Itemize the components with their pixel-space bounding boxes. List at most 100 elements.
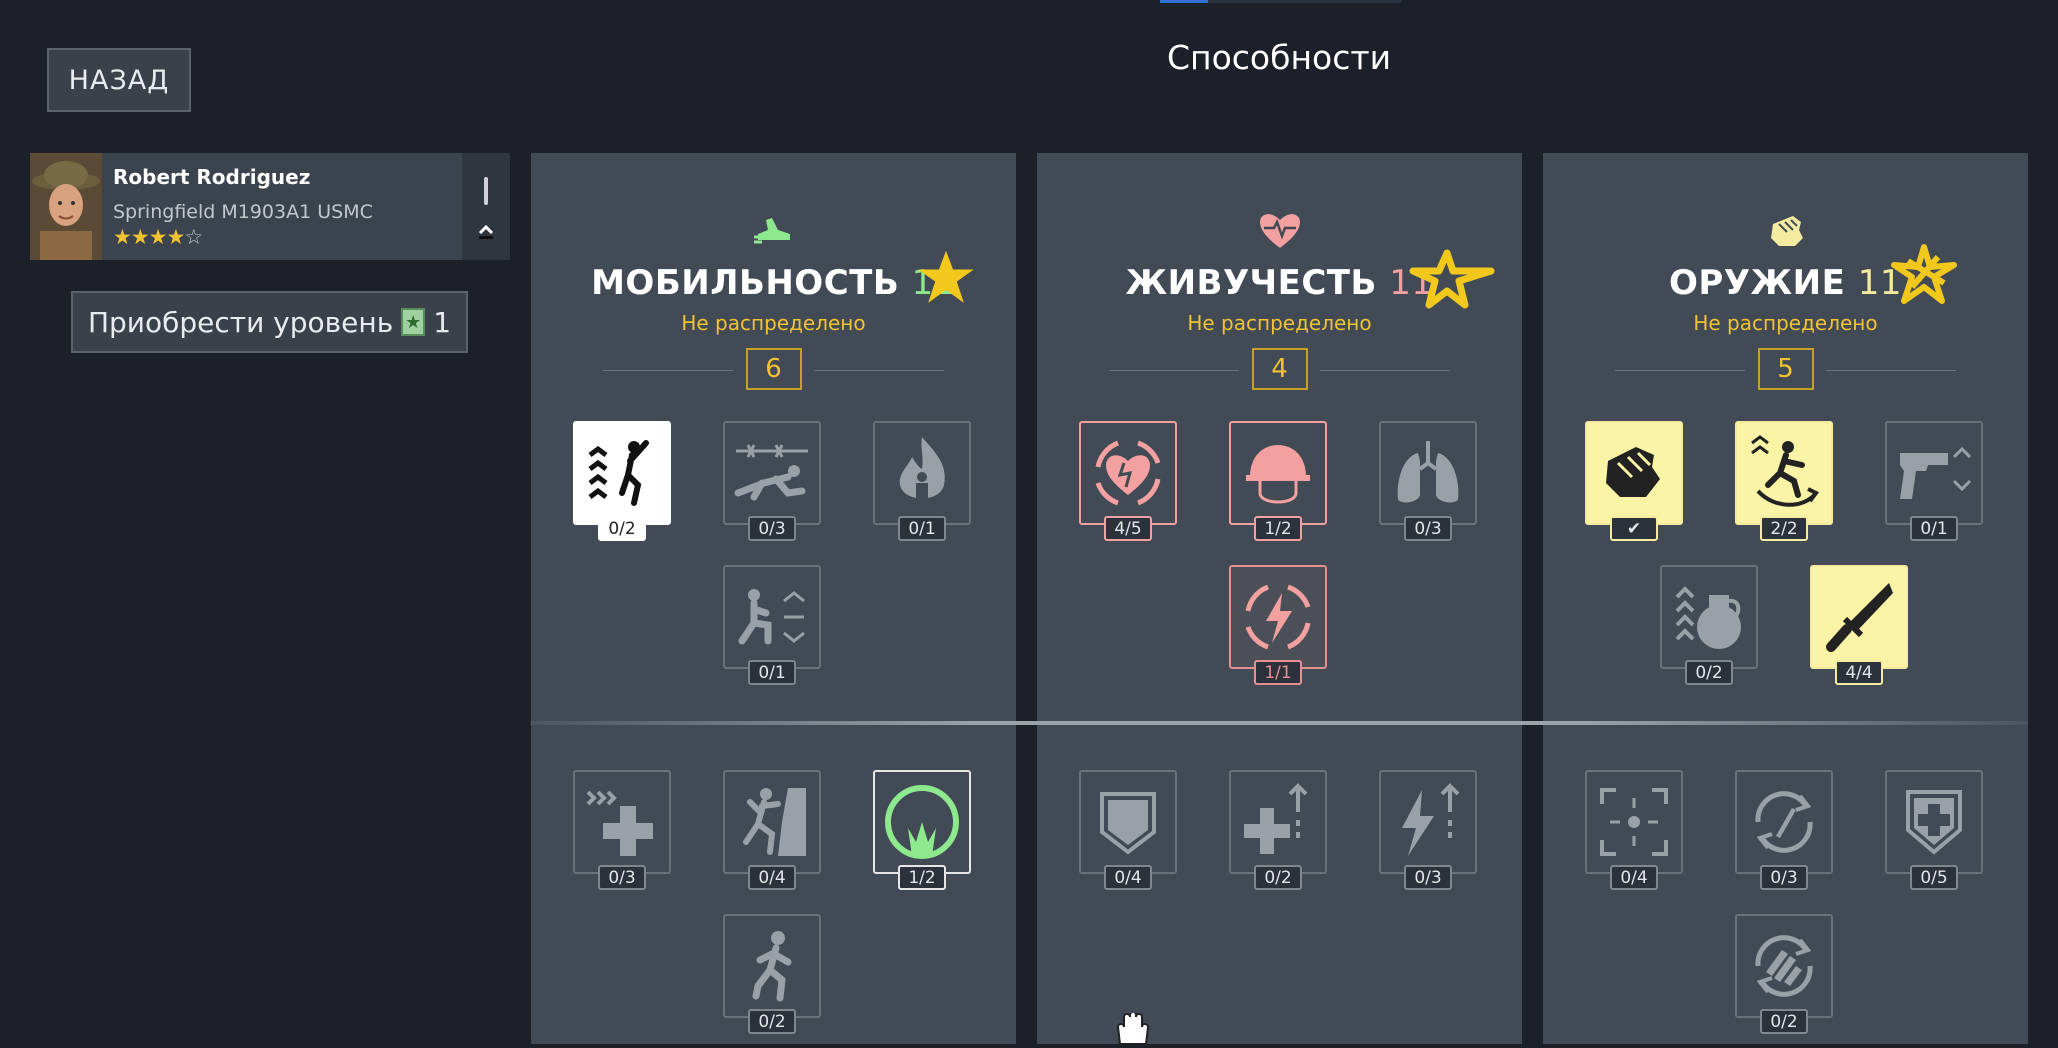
points-box: 4 (1251, 348, 1308, 390)
skill-armor-plus[interactable]: 0/5 (1885, 770, 1983, 890)
skill-progress-badge: 0/4 (748, 865, 796, 890)
skill-icon-box (1229, 565, 1327, 669)
skill-reload[interactable]: 0/3 (1735, 770, 1833, 890)
skill-icon-box (1229, 421, 1327, 525)
skill-grass-stealth[interactable]: 1/2 (873, 770, 971, 890)
skill-progress-badge: 1/2 (898, 865, 946, 890)
skill-icon-box (723, 421, 821, 525)
pistol-swap-icon (1900, 446, 1972, 499)
aim-focus-icon (1600, 788, 1668, 856)
skill-icon-box (1735, 770, 1833, 874)
skill-fast-heal[interactable]: 0/3 (573, 770, 671, 890)
skill-progress-badge: 0/3 (598, 865, 646, 890)
fist-icon (1606, 447, 1660, 497)
skill-progress-badge: 0/1 (1910, 516, 1958, 541)
buy-level-label: Приобрести уровень (87, 305, 394, 339)
star-icon: ★ (166, 225, 185, 249)
skill-progress-badge: 1/2 (1254, 516, 1302, 541)
skill-icon-box (723, 914, 821, 1018)
skill-progress-badge: 4/5 (1104, 516, 1152, 541)
skill-progress-badge: 4/4 (1835, 660, 1883, 685)
boot-speed-icon (531, 210, 1016, 246)
soldier-card[interactable]: Robert Rodriguez Springfield M1903A1 USM… (30, 153, 510, 260)
skill-heart-regen[interactable]: 4/5 (1079, 421, 1177, 541)
skill-icon-box (873, 421, 971, 525)
dodge-roll-icon (1751, 435, 1820, 507)
skill-dodge-roll[interactable]: 2/2 (1735, 421, 1833, 541)
soldier-name: Robert Rodriguez (113, 165, 311, 189)
points-box: 5 (1757, 348, 1814, 390)
skill-progress-badge: 0/3 (748, 516, 796, 541)
star-icon: ★ (130, 225, 150, 249)
skill-aim-focus[interactable]: 0/4 (1585, 770, 1683, 890)
skill-energy-up[interactable]: 0/3 (1379, 770, 1477, 890)
skill-climb[interactable]: 0/4 (723, 770, 821, 890)
skill-icon-box (1379, 770, 1477, 874)
star-icon: ★ (148, 225, 168, 249)
skill-progress-badge: 0/2 (598, 516, 646, 541)
skill-sprint[interactable]: 0/2 (723, 914, 821, 1034)
skill-pistol-swap[interactable]: 0/1 (1885, 421, 1983, 541)
skill-progress-badge: 0/2 (1685, 660, 1733, 685)
skill-shield[interactable]: 0/4 (1079, 770, 1177, 890)
skill-icon-box (1735, 914, 1833, 1018)
skill-grenade-throw[interactable]: 0/2 (1660, 565, 1758, 685)
lungs-icon (1397, 441, 1459, 503)
skill-progress-badge: 2/2 (1760, 516, 1808, 541)
grenade-throw-icon (1675, 586, 1741, 649)
skill-icon-box (1660, 565, 1758, 669)
unallocated-label: Не распределено (681, 311, 866, 335)
skill-fire-resist[interactable]: 0/1 (873, 421, 971, 541)
armor-plus-icon (1906, 790, 1962, 855)
shield-icon (1100, 792, 1156, 855)
heal-up-icon (1244, 783, 1308, 854)
star-icon: ★ (113, 225, 132, 249)
skill-progress-badge: 1/1 (1254, 660, 1302, 685)
skill-helmet[interactable]: 1/2 (1229, 421, 1327, 541)
ammo-icon (484, 176, 488, 205)
skill-icon-box (1079, 770, 1177, 874)
star-scribble-icon (1409, 249, 1495, 309)
crawl-under-wire-icon (734, 444, 808, 501)
skill-progress-badge: 0/5 (1910, 865, 1958, 890)
stamina-regen-icon (1245, 584, 1311, 650)
skill-icon-box (1885, 421, 1983, 525)
skill-stamina-regen[interactable]: 1/1 (1229, 565, 1327, 685)
skill-knife[interactable]: 4/4 (1810, 565, 1908, 685)
skill-fist[interactable]: ✔ (1585, 421, 1683, 541)
grass-stealth-icon (885, 785, 959, 859)
skill-icon-box (1885, 770, 1983, 874)
skill-icon-box (573, 421, 671, 525)
skill-crawl[interactable]: 0/3 (723, 421, 821, 541)
skill-progress-badge: 0/3 (1760, 865, 1808, 890)
skill-icon-box (723, 565, 821, 669)
skill-progress-badge: 0/3 (1404, 516, 1452, 541)
skill-progress-badge: 0/2 (748, 1009, 796, 1034)
skill-icon-box (1810, 565, 1908, 669)
skill-jump-boost[interactable]: 0/2 (573, 421, 671, 541)
skill-progress-badge: ✔ (1610, 516, 1658, 541)
skill-progress-badge: 0/1 (898, 516, 946, 541)
buy-level-count: 1 (433, 305, 452, 339)
avatar (30, 153, 102, 260)
hand-cursor-icon (1112, 1011, 1152, 1048)
page-title: Способности (1166, 38, 1392, 77)
skill-heal-up[interactable]: 0/2 (1229, 770, 1327, 890)
rank-chevron-icon (478, 224, 494, 239)
skill-icon-box (1379, 421, 1477, 525)
rank-strip (462, 153, 510, 260)
skill-ammo-reload[interactable]: 0/2 (1735, 914, 1833, 1034)
heartbeat-icon (1037, 210, 1522, 250)
buy-level-button[interactable]: Приобрести уровень ★ 1 (71, 291, 468, 353)
skill-progress-badge: 0/3 (1404, 865, 1452, 890)
soldier-rating: ★★★★☆ (113, 225, 462, 249)
sprint-icon (752, 931, 792, 1002)
column-weapon: ОРУЖИЕ 11 Не распределено 5 ✔ 2/2 0/1 0/… (1543, 153, 2028, 1044)
unallocated-label: Не распределено (1693, 311, 1878, 335)
soldier-weapon: Springfield M1903A1 USMC (113, 201, 373, 223)
skill-lungs[interactable]: 0/3 (1379, 421, 1477, 541)
reload-icon (1755, 791, 1813, 853)
star-scribble-icon (918, 250, 974, 303)
jump-boost-icon (588, 440, 649, 506)
skill-crouch-stance[interactable]: 0/1 (723, 565, 821, 685)
